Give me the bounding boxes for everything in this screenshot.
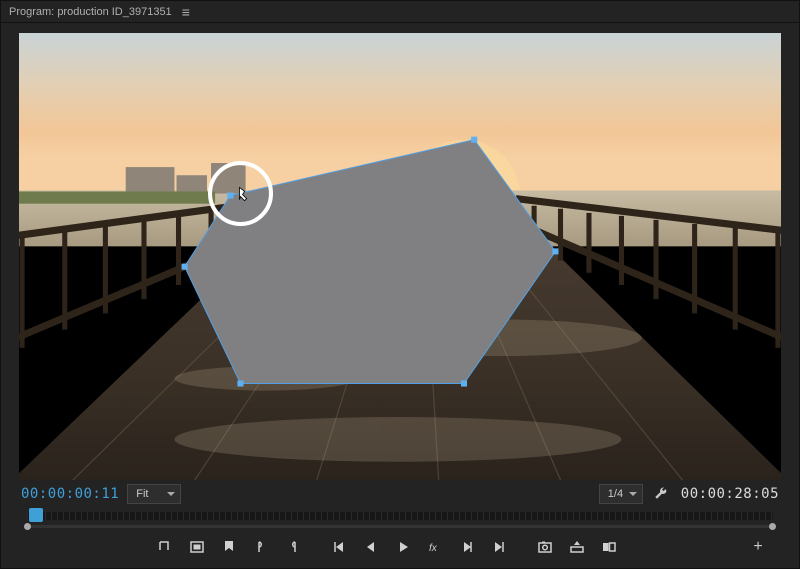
viewport-area: 00:00:00:11 Fit 1/4 00:00:28:05 [1, 23, 799, 568]
panel-menu-icon[interactable]: ≡ [182, 5, 190, 19]
button-editor-add-icon[interactable]: + [747, 536, 769, 558]
export-frame-button[interactable] [531, 535, 559, 559]
panel-titlebar: Program: production ID_3971351 ≡ [1, 1, 799, 23]
go-to-in-button[interactable] [325, 535, 353, 559]
duration-timecode: 00:00:28:05 [681, 486, 779, 502]
playhead[interactable] [29, 508, 43, 522]
comparison-view-button[interactable] [595, 535, 623, 559]
program-monitor-panel: Program: production ID_3971351 ≡ [0, 0, 800, 569]
add-marker-button[interactable] [151, 535, 179, 559]
effects-fx-button[interactable]: fx [421, 535, 449, 559]
mark-in-button[interactable] [247, 535, 275, 559]
current-timecode[interactable]: 00:00:00:11 [21, 486, 119, 502]
safe-margins-button[interactable] [183, 535, 211, 559]
settings-wrench-icon[interactable] [653, 486, 669, 502]
marker-icon[interactable] [215, 535, 243, 559]
ruler-track[interactable] [27, 512, 773, 520]
lift-button[interactable] [563, 535, 591, 559]
mark-out-button[interactable] [279, 535, 307, 559]
play-button[interactable] [389, 535, 417, 559]
step-forward-button[interactable] [453, 535, 481, 559]
zoom-label: Fit [136, 488, 148, 500]
title-prefix: Program: [9, 6, 54, 18]
zoom-select[interactable]: Fit [127, 484, 181, 504]
step-back-button[interactable] [357, 535, 385, 559]
program-viewport[interactable] [19, 33, 781, 480]
scrollbar-handle-right[interactable] [769, 523, 776, 530]
go-to-out-button[interactable] [485, 535, 513, 559]
transport-bar: fx + [19, 530, 781, 564]
scrollbar-handle-left[interactable] [24, 523, 31, 530]
frame-render [19, 33, 781, 480]
resolution-select[interactable]: 1/4 [599, 484, 643, 504]
resolution-label: 1/4 [608, 488, 623, 500]
zoom-scrollbar[interactable] [27, 525, 773, 528]
control-strip: 00:00:00:11 Fit 1/4 00:00:28:05 [19, 480, 781, 506]
sequence-name: production ID_3971351 [57, 6, 171, 18]
svg-text:fx: fx [429, 543, 438, 554]
time-ruler[interactable] [19, 506, 781, 530]
